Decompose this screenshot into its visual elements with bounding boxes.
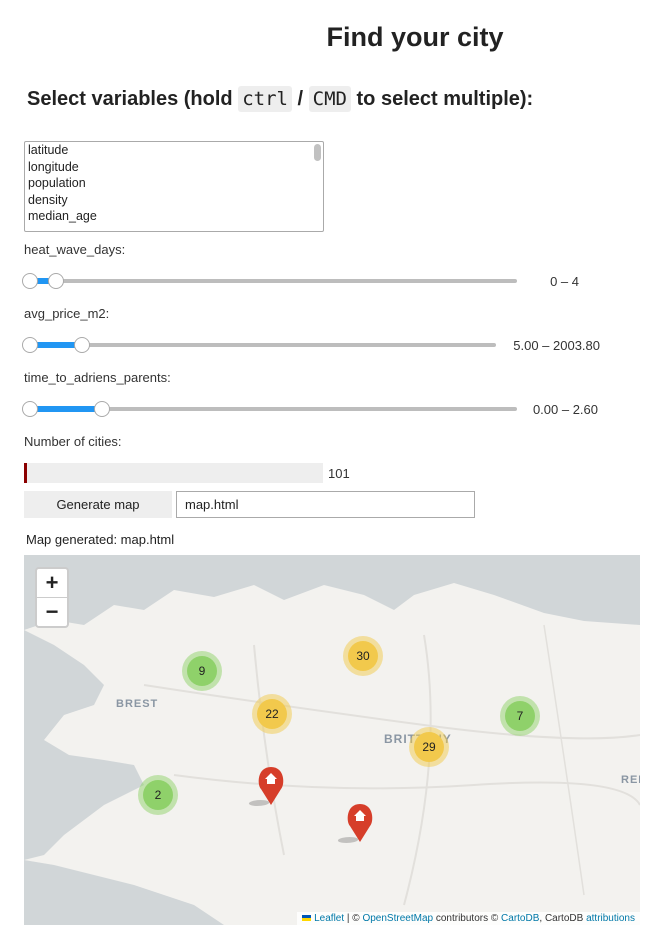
- option-latitude[interactable]: latitude: [25, 142, 323, 159]
- heading-text-pre: Select variables (hold: [27, 88, 239, 110]
- zoom-in-button[interactable]: +: [37, 569, 67, 597]
- heat-wave-days-label: heat_wave_days:: [24, 242, 126, 257]
- home-marker-icon[interactable]: [336, 804, 373, 843]
- attr-sep: | ©: [344, 913, 363, 924]
- cartodb-link[interactable]: CartoDB: [501, 913, 539, 924]
- cluster-7-count: 7: [517, 709, 524, 723]
- listbox-scrollbar[interactable]: [314, 144, 321, 161]
- map-attribution: Leaflet | © OpenStreetMap contributors ©…: [297, 912, 640, 925]
- cluster-2[interactable]: 2: [138, 775, 178, 815]
- filename-input[interactable]: map.html: [176, 491, 475, 518]
- heat-wave-days-track[interactable]: [30, 279, 517, 283]
- cmd-key: CMD: [308, 86, 351, 112]
- option-median-age[interactable]: median_age: [25, 208, 323, 225]
- cluster-7[interactable]: 7: [500, 696, 540, 736]
- cluster-9-count: 9: [199, 664, 206, 678]
- cluster-9[interactable]: 9: [182, 651, 222, 691]
- cluster-22-count: 22: [265, 707, 279, 721]
- home-marker-icon[interactable]: [247, 767, 284, 806]
- page-title: Find your city: [326, 22, 504, 52]
- heat-wave-days-value: 0 – 4: [550, 274, 579, 289]
- time-to-parents-label: time_to_adriens_parents:: [24, 370, 171, 385]
- leaflet-link[interactable]: Leaflet: [314, 913, 344, 924]
- generate-map-button[interactable]: Generate map: [24, 491, 172, 518]
- cluster-30-count: 30: [356, 649, 370, 663]
- cities-progress-fill: [24, 463, 27, 483]
- heading-sep: /: [291, 88, 309, 110]
- time-to-parents-value: 0.00 – 2.60: [532, 402, 598, 417]
- avg-price-min-handle[interactable]: [22, 337, 38, 353]
- cities-count: 101: [328, 466, 350, 481]
- avg-price-track[interactable]: [30, 343, 496, 347]
- osm-link[interactable]: OpenStreetMap: [362, 913, 433, 924]
- zoom-out-button[interactable]: −: [37, 597, 67, 626]
- option-density[interactable]: density: [25, 192, 323, 209]
- time-to-parents-min-handle[interactable]: [22, 401, 38, 417]
- avg-price-value: 5.00 – 2003.80: [513, 338, 600, 353]
- avg-price-max-handle[interactable]: [74, 337, 90, 353]
- attr-mid2: , CartoDB: [539, 913, 587, 924]
- variables-select[interactable]: latitude longitude population density me…: [24, 141, 324, 232]
- ctrl-key: ctrl: [238, 86, 292, 112]
- map[interactable]: BREST BRITTANY REN 9 30 22 29 7 2: [24, 555, 640, 925]
- heat-wave-days-min-handle[interactable]: [22, 273, 38, 289]
- cluster-2-count: 2: [155, 788, 162, 802]
- cities-label: Number of cities:: [24, 434, 122, 449]
- cluster-29[interactable]: 29: [409, 727, 449, 767]
- option-longitude[interactable]: longitude: [25, 159, 323, 176]
- zoom-control: + −: [35, 567, 69, 628]
- ukraine-flag-icon: [302, 915, 312, 922]
- cities-progress: [24, 463, 323, 483]
- heading-text-post: to select multiple):: [350, 88, 534, 110]
- attr-mid: contributors ©: [433, 913, 502, 924]
- time-to-parents-range: [30, 406, 102, 412]
- variables-heading: Select variables (hold ctrl / CMD to sel…: [27, 86, 534, 112]
- attributions-link[interactable]: attributions: [586, 913, 635, 924]
- cluster-22[interactable]: 22: [252, 694, 292, 734]
- time-to-parents-max-handle[interactable]: [94, 401, 110, 417]
- avg-price-label: avg_price_m2:: [24, 306, 110, 321]
- cluster-29-count: 29: [422, 740, 436, 754]
- heat-wave-days-max-handle[interactable]: [48, 273, 64, 289]
- option-population[interactable]: population: [25, 175, 323, 192]
- cluster-30[interactable]: 30: [343, 636, 383, 676]
- status-text: Map generated: map.html: [26, 532, 175, 547]
